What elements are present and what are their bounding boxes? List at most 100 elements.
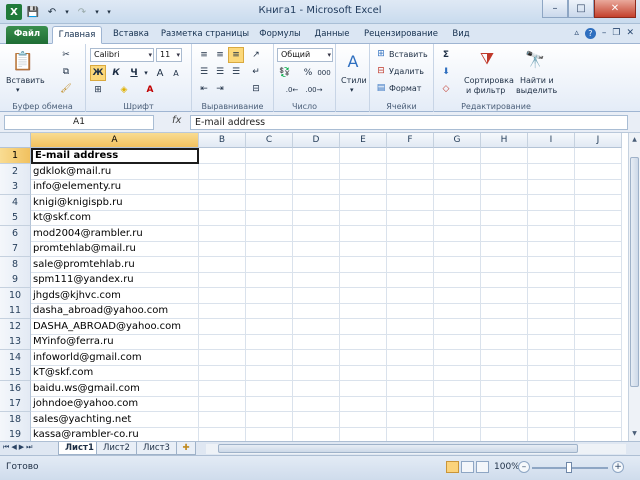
- row-header[interactable]: 9: [0, 272, 31, 288]
- sort-filter-line2[interactable]: и фильтр: [466, 86, 505, 95]
- cell[interactable]: [481, 210, 528, 226]
- cell[interactable]: [387, 334, 434, 350]
- cell[interactable]: [575, 241, 622, 257]
- cell[interactable]: [434, 396, 481, 412]
- worksheet-grid[interactable]: A B C D E F G H I J 1 E-mail address 2 gdklok@mail.ru…: [0, 133, 628, 441]
- cell[interactable]: [575, 427, 622, 441]
- cell[interactable]: [387, 349, 434, 366]
- cell[interactable]: sales@yachting.net: [31, 411, 199, 428]
- column-header[interactable]: B: [199, 133, 246, 148]
- row-header[interactable]: 16: [0, 380, 31, 397]
- page-layout-view-icon[interactable]: [461, 461, 474, 473]
- cell[interactable]: [481, 334, 528, 350]
- row-header[interactable]: 2: [0, 163, 31, 180]
- tab-home[interactable]: Главная: [52, 26, 102, 44]
- cell[interactable]: [528, 225, 575, 242]
- cell[interactable]: [199, 411, 246, 428]
- cell[interactable]: [293, 411, 340, 428]
- column-header[interactable]: E: [340, 133, 387, 148]
- sort-filter-line1[interactable]: Сортировка: [464, 76, 514, 85]
- sort-filter-icon[interactable]: ⧩: [474, 46, 500, 72]
- cell[interactable]: [434, 272, 481, 288]
- cell[interactable]: [575, 396, 622, 412]
- formula-input[interactable]: E-mail address: [190, 115, 628, 130]
- cell[interactable]: [387, 148, 434, 164]
- cell[interactable]: [528, 194, 575, 211]
- normal-view-icon[interactable]: [446, 461, 459, 473]
- cell[interactable]: [246, 349, 293, 366]
- cell[interactable]: [199, 148, 246, 164]
- cell[interactable]: [199, 256, 246, 273]
- cell[interactable]: [481, 272, 528, 288]
- cell[interactable]: [434, 179, 481, 195]
- cell[interactable]: [246, 194, 293, 211]
- cell[interactable]: [575, 225, 622, 242]
- cell[interactable]: [246, 396, 293, 412]
- cell[interactable]: [246, 148, 293, 164]
- align-top-icon[interactable]: ≡: [196, 47, 212, 63]
- zoom-slider-knob[interactable]: [566, 462, 572, 473]
- cell[interactable]: [199, 163, 246, 180]
- cell[interactable]: [575, 148, 622, 164]
- cell[interactable]: [246, 380, 293, 397]
- cell[interactable]: [293, 225, 340, 242]
- cell[interactable]: [340, 225, 387, 242]
- scroll-up-icon[interactable]: ▲: [630, 135, 639, 145]
- find-select-icon[interactable]: 🔭: [522, 46, 548, 72]
- cell[interactable]: [293, 396, 340, 412]
- cell[interactable]: [387, 427, 434, 441]
- cell[interactable]: [340, 380, 387, 397]
- cell[interactable]: [246, 163, 293, 180]
- cell[interactable]: [340, 148, 387, 164]
- paste-icon[interactable]: 📋: [10, 48, 36, 74]
- find-select-line2[interactable]: выделить: [516, 86, 557, 95]
- cell[interactable]: [575, 163, 622, 180]
- cell[interactable]: [246, 225, 293, 242]
- zoom-out-button[interactable]: –: [518, 461, 530, 473]
- font-color-icon[interactable]: A: [142, 82, 158, 98]
- column-header[interactable]: C: [246, 133, 293, 148]
- insert-cells-icon[interactable]: ⊞: [374, 48, 388, 60]
- sheet-tab-2[interactable]: Лист2: [96, 442, 137, 455]
- cell[interactable]: [575, 303, 622, 319]
- row-header[interactable]: 10: [0, 287, 31, 304]
- cell[interactable]: [575, 411, 622, 428]
- cell[interactable]: [340, 334, 387, 350]
- cell[interactable]: [528, 148, 575, 164]
- cell[interactable]: [387, 256, 434, 273]
- cell[interactable]: [340, 396, 387, 412]
- cell[interactable]: [528, 287, 575, 304]
- cell[interactable]: [434, 210, 481, 226]
- cell[interactable]: [528, 380, 575, 397]
- doc-close-icon[interactable]: ✕: [626, 28, 634, 39]
- row-header[interactable]: 12: [0, 318, 31, 335]
- cell[interactable]: [246, 334, 293, 350]
- cell[interactable]: [528, 163, 575, 180]
- cell[interactable]: [340, 303, 387, 319]
- sheet-tab-1[interactable]: Лист1: [58, 442, 101, 455]
- cell[interactable]: [575, 349, 622, 366]
- cell[interactable]: [387, 303, 434, 319]
- cell[interactable]: [199, 349, 246, 366]
- column-header[interactable]: F: [387, 133, 434, 148]
- cell[interactable]: [481, 148, 528, 164]
- cell[interactable]: [481, 380, 528, 397]
- active-cell[interactable]: E-mail address: [31, 148, 199, 164]
- cell[interactable]: [387, 380, 434, 397]
- align-left-icon[interactable]: ☰: [196, 64, 212, 80]
- cell[interactable]: [199, 210, 246, 226]
- cell[interactable]: [528, 303, 575, 319]
- cell[interactable]: [293, 318, 340, 335]
- styles-icon[interactable]: A: [340, 48, 366, 74]
- cell[interactable]: [434, 148, 481, 164]
- cell[interactable]: [434, 303, 481, 319]
- cell[interactable]: [340, 287, 387, 304]
- cell[interactable]: mod2004@rambler.ru: [31, 225, 199, 242]
- cell[interactable]: [293, 349, 340, 366]
- cell[interactable]: [340, 210, 387, 226]
- page-break-view-icon[interactable]: [476, 461, 489, 473]
- align-middle-icon[interactable]: ≡: [212, 47, 228, 63]
- delete-cells-button[interactable]: Удалить: [389, 67, 424, 76]
- increase-decimal-icon[interactable]: .0←: [284, 82, 300, 98]
- cell[interactable]: [387, 241, 434, 257]
